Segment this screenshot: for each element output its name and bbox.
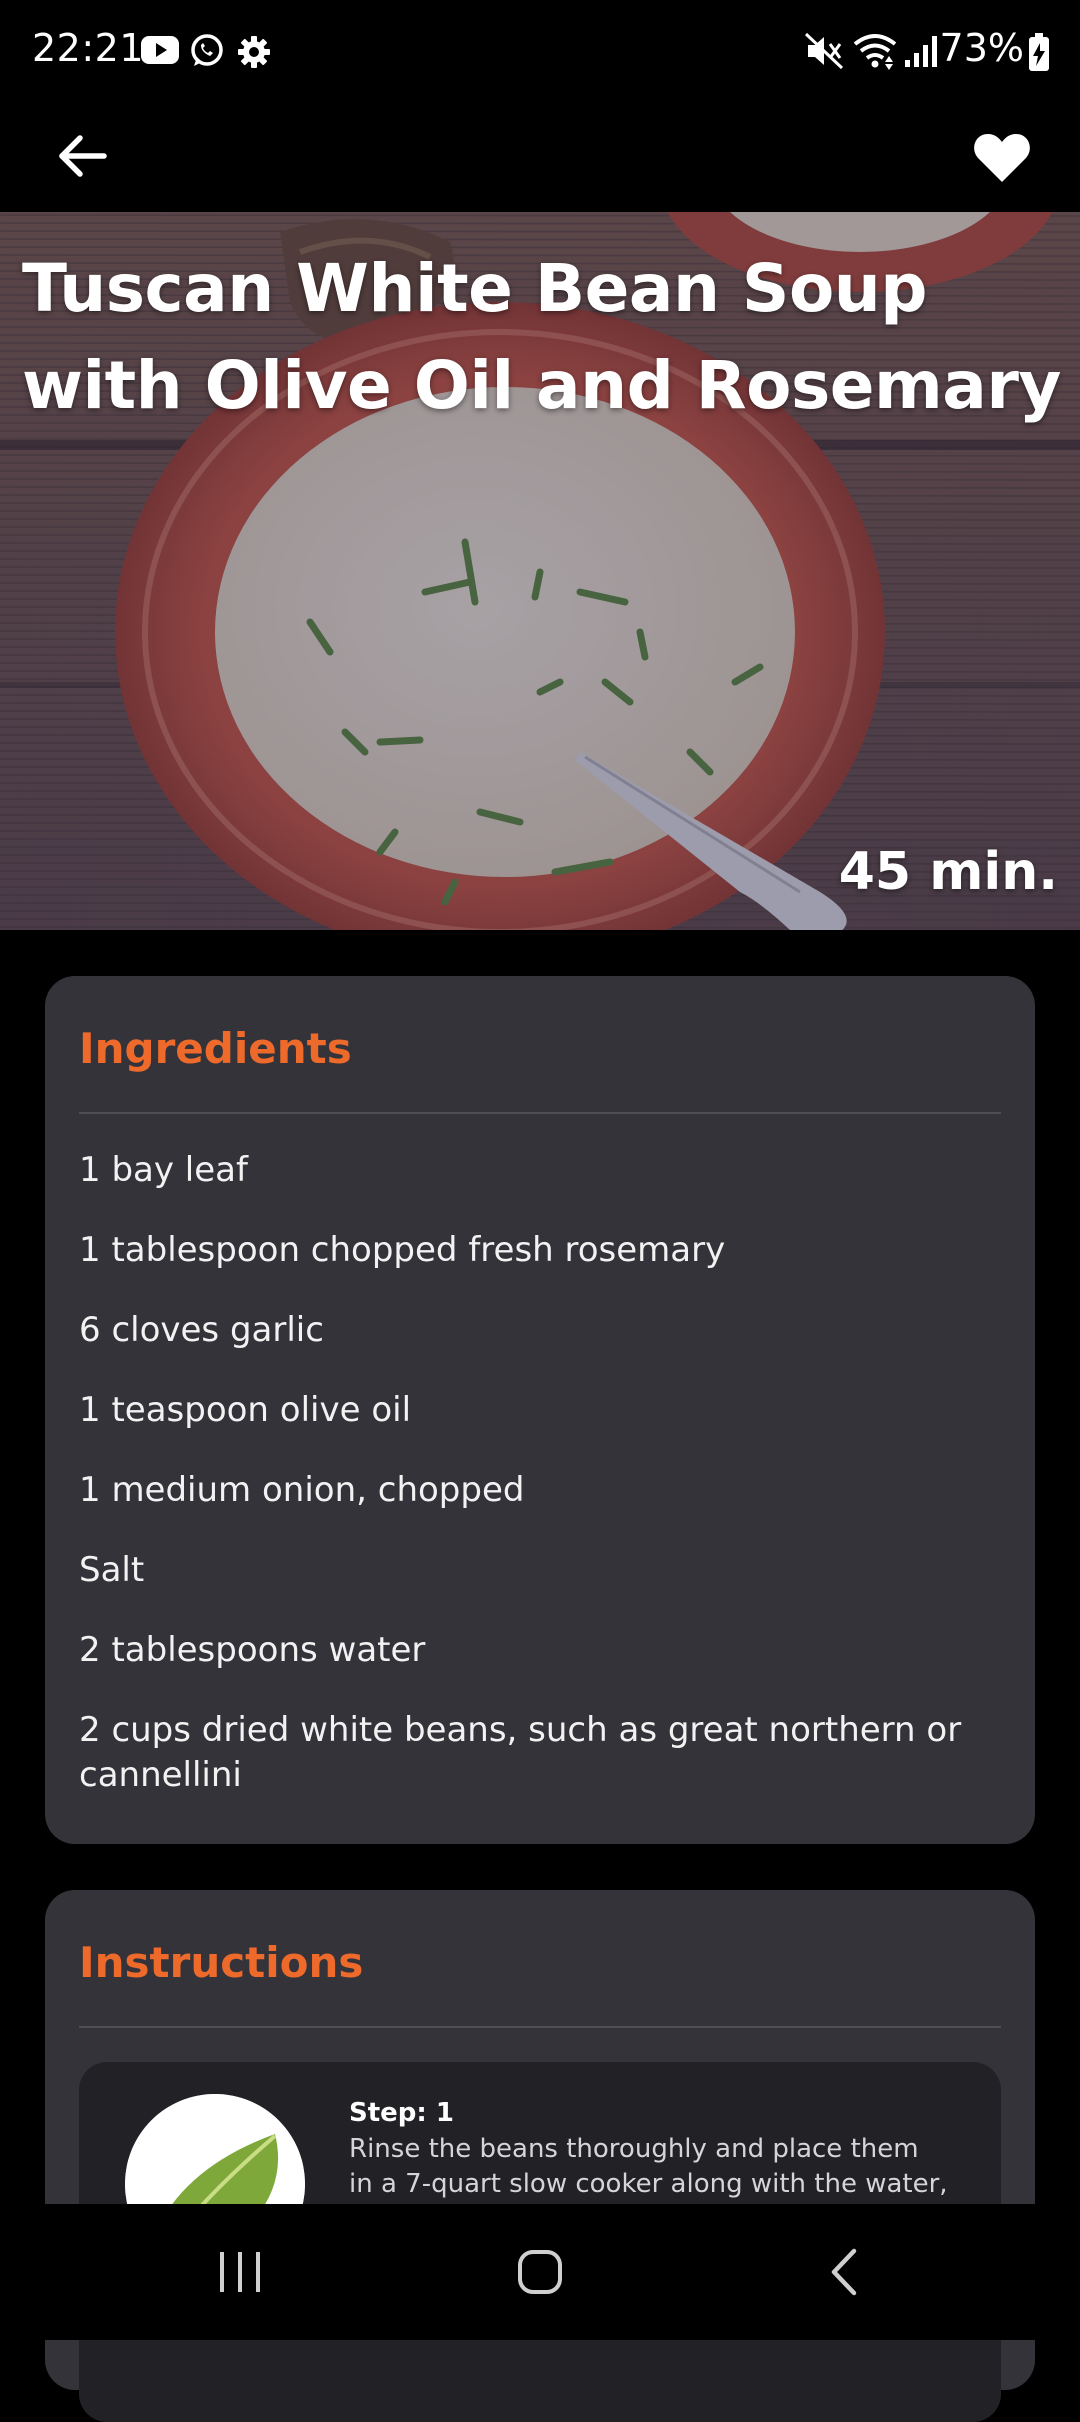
step-label: Step: 1 [349,2098,454,2128]
ingredient-item: Salt [79,1550,145,1590]
ingredient-item: 2 tablespoons water [79,1630,426,1670]
heart-icon [974,134,1030,182]
signal-icon [904,34,938,72]
ingredient-item: 6 cloves garlic [79,1310,324,1350]
favorite-button[interactable] [962,118,1042,198]
back-button[interactable] [44,118,120,194]
ingredient-item: 2 cups dried white beans, such as great … [79,1710,962,1795]
status-bar: 22:21 73% [0,0,1080,104]
app-bar [0,104,1080,212]
ingredient-list: 1 bay leaf 1 tablespoon chopped fresh ro… [79,1148,979,1833]
settings-gear-icon [236,34,272,74]
home-button[interactable] [480,2232,600,2312]
recipe-title: Tuscan White Bean Soup with Olive Oil an… [22,250,1061,424]
home-icon [518,2250,562,2294]
battery-percent: 73% [939,26,1024,70]
ingredient-item: 1 teaspoon olive oil [79,1390,412,1430]
wifi-icon [852,30,898,74]
ingredient-item: 1 medium onion, chopped [79,1470,525,1510]
recipe-time: 45 min. [838,842,1058,902]
recent-apps-button[interactable] [180,2232,300,2312]
divider [79,2026,1001,2028]
status-time: 22:21 [32,26,145,70]
whatsapp-icon [188,32,226,74]
system-back-button[interactable] [784,2232,904,2312]
recipe-hero: Tuscan White Bean Soup with Olive Oil an… [0,212,1080,930]
ingredient-item: 1 bay leaf [79,1150,248,1190]
arrow-left-icon [59,135,107,177]
battery-charging-icon [1028,32,1050,76]
ingredients-card: Ingredients 1 bay leaf 1 tablespoon chop… [45,976,1035,1844]
ingredients-title: Ingredients [79,1024,352,1073]
youtube-icon [140,34,180,70]
back-nav-icon [831,2248,857,2296]
recent-apps-icon [220,2252,260,2292]
mute-icon [804,32,844,74]
system-nav-bar [0,2204,1080,2340]
ingredient-item: 1 tablespoon chopped fresh rosemary [79,1230,726,1270]
divider [79,1112,1001,1114]
instructions-title: Instructions [79,1938,364,1987]
